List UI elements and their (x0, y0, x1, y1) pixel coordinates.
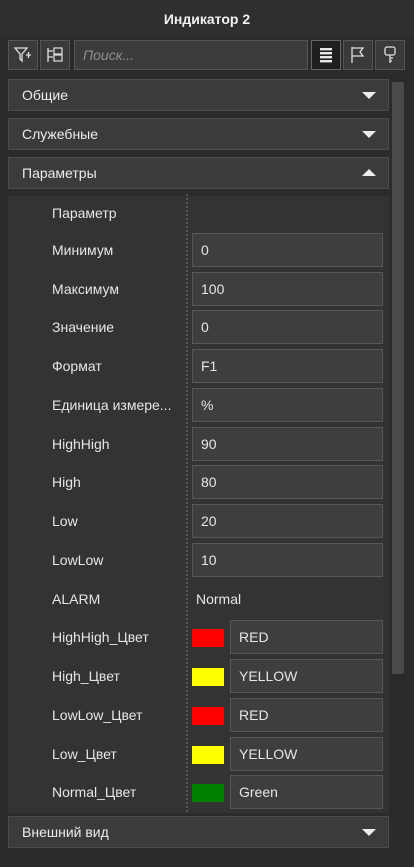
param-value-field[interactable]: F1 (192, 349, 383, 383)
param-label: LowLow (52, 552, 104, 568)
filter-icon (13, 47, 31, 63)
section-params-label: Параметры (22, 165, 97, 181)
param-row: High 80 (8, 465, 389, 499)
color-row: Normal_Цвет Green (8, 775, 389, 809)
section-service[interactable]: Служебные (8, 118, 389, 150)
param-label: HighHigh (52, 436, 110, 452)
scrollbar-thumb[interactable] (392, 82, 404, 674)
filter-button[interactable] (8, 40, 38, 70)
param-row: Единица измере... % (8, 388, 389, 422)
search-input[interactable] (74, 40, 308, 70)
color-row: HighHigh_Цвет RED (8, 620, 389, 654)
flag-icon (351, 47, 365, 63)
chevron-down-icon (362, 131, 376, 138)
section-general-label: Общие (22, 87, 69, 103)
param-label: High (52, 474, 81, 490)
param-value-field[interactable]: 0 (192, 233, 383, 267)
color-label: High_Цвет (52, 668, 120, 684)
color-swatch[interactable] (192, 668, 224, 686)
color-value-field[interactable]: YELLOW (230, 659, 383, 693)
param-value-field[interactable]: 100 (192, 272, 383, 306)
param-value-field[interactable]: 80 (192, 465, 383, 499)
color-label: Normal_Цвет (52, 784, 137, 800)
params-header: Параметр (52, 205, 117, 221)
list-view-icon (320, 48, 332, 63)
key-button[interactable] (375, 40, 405, 70)
param-row: LowLow 10 (8, 543, 389, 577)
param-row: Значение 0 (8, 310, 389, 344)
param-row: Минимум 0 (8, 233, 389, 267)
param-row: Максимум 100 (8, 272, 389, 306)
color-label: LowLow_Цвет (52, 707, 143, 723)
chevron-up-icon (362, 169, 376, 176)
param-label: Low (52, 513, 78, 529)
color-row: LowLow_Цвет RED (8, 698, 389, 732)
toolbar (0, 38, 414, 74)
param-row: HighHigh 90 (8, 427, 389, 461)
color-swatch[interactable] (192, 746, 224, 764)
color-swatch[interactable] (192, 707, 224, 725)
color-value-field[interactable]: RED (230, 698, 383, 732)
section-appearance[interactable]: Внешний вид (8, 816, 389, 848)
key-icon (384, 46, 396, 63)
params-header-row: Параметр (8, 196, 389, 230)
color-label: Low_Цвет (52, 746, 117, 762)
params-grid: Параметр Минимум 0 Максимум 100 Значение… (8, 196, 389, 813)
section-general[interactable]: Общие (8, 79, 389, 111)
param-row: Формат F1 (8, 349, 389, 383)
color-value-field[interactable]: RED (230, 620, 383, 654)
list-view-button[interactable] (311, 40, 341, 70)
color-swatch[interactable] (192, 784, 224, 802)
param-value-field[interactable]: 90 (192, 427, 383, 461)
chevron-down-icon (362, 829, 376, 836)
param-label: Единица измере... (52, 397, 172, 413)
alarm-value: Normal (196, 591, 242, 607)
tree-button[interactable] (40, 40, 70, 70)
alarm-label: ALARM (52, 591, 101, 607)
param-label: Максимум (52, 281, 119, 297)
color-label: HighHigh_Цвет (52, 629, 149, 645)
param-label: Формат (52, 358, 102, 374)
section-service-label: Служебные (22, 126, 99, 142)
color-value-field[interactable]: Green (230, 775, 383, 809)
color-value-field[interactable]: YELLOW (230, 737, 383, 771)
alarm-row: ALARM Normal (8, 582, 389, 616)
section-params[interactable]: Параметры (8, 157, 389, 189)
param-label: Значение (52, 319, 115, 335)
param-row: Low 20 (8, 504, 389, 538)
section-appearance-label: Внешний вид (22, 824, 109, 840)
column-divider[interactable] (186, 194, 188, 812)
param-value-field[interactable]: % (192, 388, 383, 422)
color-row: High_Цвет YELLOW (8, 659, 389, 693)
param-label: Минимум (52, 242, 114, 258)
param-value-field[interactable]: 0 (192, 310, 383, 344)
chevron-down-icon (362, 92, 376, 99)
param-value-field[interactable]: 20 (192, 504, 383, 538)
window-title: Индикатор 2 (0, 0, 414, 38)
param-value-field[interactable]: 10 (192, 543, 383, 577)
flag-button[interactable] (343, 40, 373, 70)
color-swatch[interactable] (192, 629, 224, 647)
color-row: Low_Цвет YELLOW (8, 737, 389, 771)
tree-icon (47, 47, 63, 62)
